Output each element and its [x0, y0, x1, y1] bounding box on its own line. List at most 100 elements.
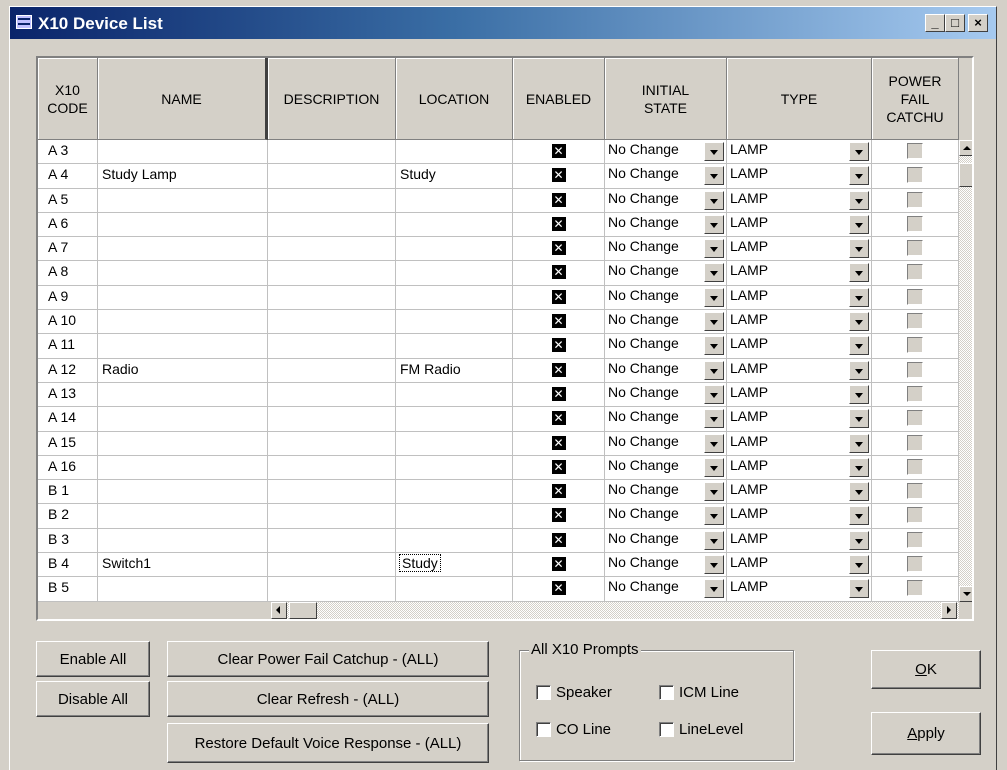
power-fail-checkbox[interactable]	[907, 483, 923, 500]
location-cell[interactable]	[396, 455, 513, 481]
horizontal-scrollbar[interactable]	[38, 602, 959, 619]
initial-state-select[interactable]: No Change	[605, 237, 727, 262]
location-cell[interactable]	[396, 212, 513, 238]
power-fail-cell[interactable]	[872, 261, 959, 286]
initial-state-select[interactable]: No Change	[605, 164, 727, 189]
description-cell[interactable]	[268, 431, 396, 456]
location-cell[interactable]	[396, 504, 513, 529]
line-level-checkbox-box[interactable]	[659, 722, 674, 737]
maximize-button[interactable]: □	[945, 14, 965, 32]
initial-state-select[interactable]: No Change	[605, 140, 727, 165]
description-cell[interactable]	[268, 285, 396, 311]
location-cell[interactable]	[396, 431, 513, 456]
power-fail-checkbox[interactable]	[907, 410, 923, 427]
initial-state-select[interactable]: No Change	[605, 285, 727, 311]
ok-button[interactable]: OK	[871, 650, 981, 689]
enabled-cell[interactable]: ✕	[513, 577, 605, 602]
co-line-checkbox[interactable]: CO Line	[536, 721, 611, 738]
type-select[interactable]: LAMP	[727, 310, 872, 335]
chevron-down-icon[interactable]	[704, 555, 724, 575]
location-cell[interactable]	[396, 382, 513, 408]
enabled-cell[interactable]: ✕	[513, 407, 605, 432]
chevron-down-icon[interactable]	[704, 360, 724, 380]
enabled-check-icon[interactable]: ✕	[551, 314, 566, 329]
chevron-down-icon[interactable]	[704, 433, 724, 453]
x10-code-cell[interactable]: A 4	[38, 164, 98, 189]
initial-state-select[interactable]: No Change	[605, 553, 727, 578]
x10-code-cell[interactable]: B 3	[38, 528, 98, 554]
enabled-check-icon[interactable]: ✕	[551, 459, 566, 474]
x10-code-cell[interactable]: B 2	[38, 504, 98, 529]
location-cell[interactable]	[396, 528, 513, 554]
enabled-check-icon[interactable]: ✕	[551, 265, 566, 280]
power-fail-cell[interactable]	[872, 358, 959, 383]
initial-state-select[interactable]: No Change	[605, 310, 727, 335]
description-cell[interactable]	[268, 140, 396, 165]
enabled-cell[interactable]: ✕	[513, 480, 605, 505]
chevron-down-icon[interactable]	[849, 579, 869, 599]
type-select[interactable]: LAMP	[727, 261, 872, 286]
horizontal-scroll-track[interactable]	[271, 602, 959, 619]
initial-state-select[interactable]: No Change	[605, 455, 727, 481]
column-header-code[interactable]: X10 CODE	[38, 58, 98, 140]
chevron-down-icon[interactable]	[704, 239, 724, 259]
type-select[interactable]: LAMP	[727, 553, 872, 578]
scroll-left-button[interactable]	[271, 602, 287, 619]
x10-code-cell[interactable]: A 15	[38, 431, 98, 456]
clear-power-fail-button[interactable]: Clear Power Fail Catchup - (ALL)	[167, 641, 489, 677]
type-select[interactable]: LAMP	[727, 504, 872, 529]
column-header-enabled[interactable]: ENABLED	[513, 58, 605, 140]
chevron-down-icon[interactable]	[849, 384, 869, 404]
x10-code-cell[interactable]: A 9	[38, 285, 98, 311]
enabled-check-icon[interactable]: ✕	[551, 338, 566, 353]
enabled-cell[interactable]: ✕	[513, 164, 605, 189]
name-cell[interactable]	[98, 334, 268, 359]
name-cell[interactable]	[98, 261, 268, 286]
name-cell[interactable]	[98, 310, 268, 335]
column-header-power-fail[interactable]: POWER FAIL CATCHU	[872, 58, 959, 140]
description-cell[interactable]	[268, 212, 396, 238]
initial-state-select[interactable]: No Change	[605, 431, 727, 456]
type-select[interactable]: LAMP	[727, 455, 872, 481]
name-cell[interactable]	[98, 528, 268, 554]
enabled-cell[interactable]: ✕	[513, 431, 605, 456]
description-cell[interactable]	[268, 382, 396, 408]
enabled-cell[interactable]: ✕	[513, 261, 605, 286]
initial-state-select[interactable]: No Change	[605, 480, 727, 505]
type-select[interactable]: LAMP	[727, 285, 872, 311]
name-cell[interactable]	[98, 577, 268, 602]
chevron-down-icon[interactable]	[704, 287, 724, 307]
column-header-name[interactable]: NAME	[98, 58, 268, 140]
name-cell[interactable]	[98, 431, 268, 456]
chevron-down-icon[interactable]	[704, 579, 724, 599]
description-cell[interactable]	[268, 480, 396, 505]
name-cell[interactable]	[98, 504, 268, 529]
enabled-cell[interactable]: ✕	[513, 334, 605, 359]
speaker-checkbox[interactable]: Speaker	[536, 684, 612, 701]
chevron-down-icon[interactable]	[704, 457, 724, 477]
chevron-down-icon[interactable]	[849, 530, 869, 550]
chevron-down-icon[interactable]	[849, 142, 869, 161]
scroll-up-button[interactable]	[959, 140, 972, 156]
power-fail-checkbox[interactable]	[907, 191, 923, 208]
description-cell[interactable]	[268, 164, 396, 189]
name-cell[interactable]: Study Lamp	[98, 164, 268, 189]
x10-code-cell[interactable]: B 4	[38, 553, 98, 578]
column-header-location[interactable]: LOCATION	[396, 58, 513, 140]
location-cell[interactable]: Study	[396, 164, 513, 189]
disable-all-button[interactable]: Disable All	[36, 681, 150, 717]
initial-state-select[interactable]: No Change	[605, 261, 727, 286]
column-header-initial-state[interactable]: INITIAL STATE	[605, 58, 727, 140]
enabled-cell[interactable]: ✕	[513, 455, 605, 481]
x10-code-cell[interactable]: A 11	[38, 334, 98, 359]
enabled-check-icon[interactable]: ✕	[551, 484, 566, 499]
power-fail-checkbox[interactable]	[907, 313, 923, 330]
description-cell[interactable]	[268, 504, 396, 529]
x10-code-cell[interactable]: A 13	[38, 382, 98, 408]
name-cell[interactable]	[98, 407, 268, 432]
x10-code-cell[interactable]: A 6	[38, 212, 98, 238]
column-header-type[interactable]: TYPE	[727, 58, 872, 140]
initial-state-select[interactable]: No Change	[605, 188, 727, 213]
power-fail-cell[interactable]	[872, 504, 959, 529]
chevron-down-icon[interactable]	[849, 263, 869, 283]
